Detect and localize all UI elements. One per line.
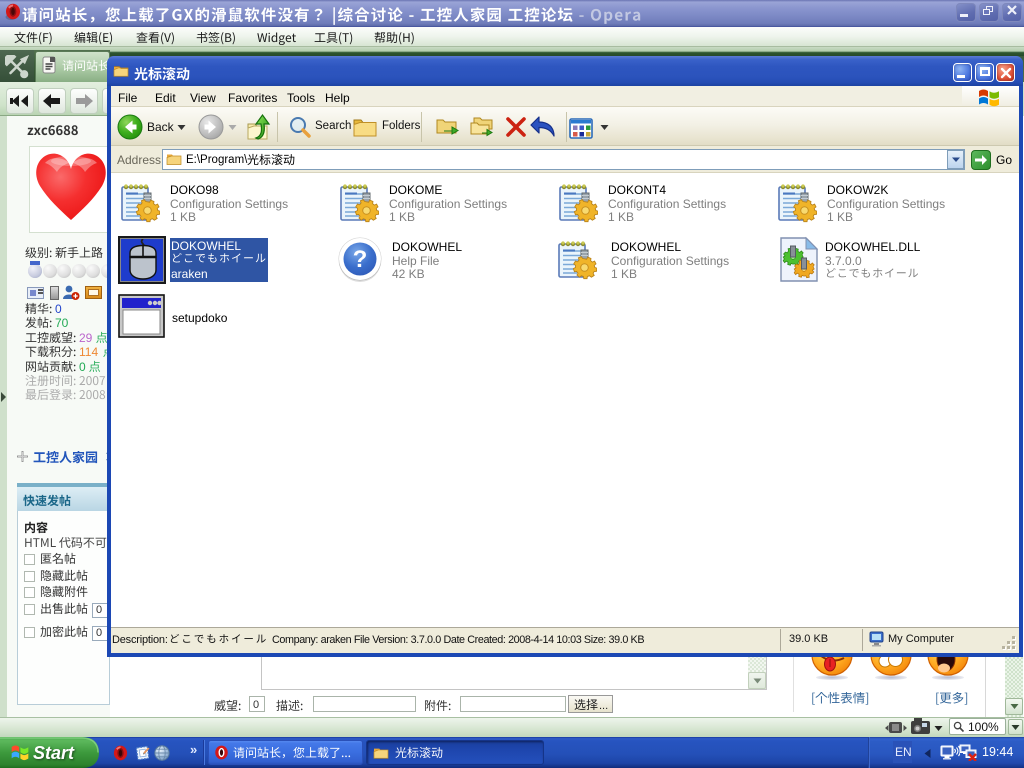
svg-text:?: ? [353, 246, 368, 273]
